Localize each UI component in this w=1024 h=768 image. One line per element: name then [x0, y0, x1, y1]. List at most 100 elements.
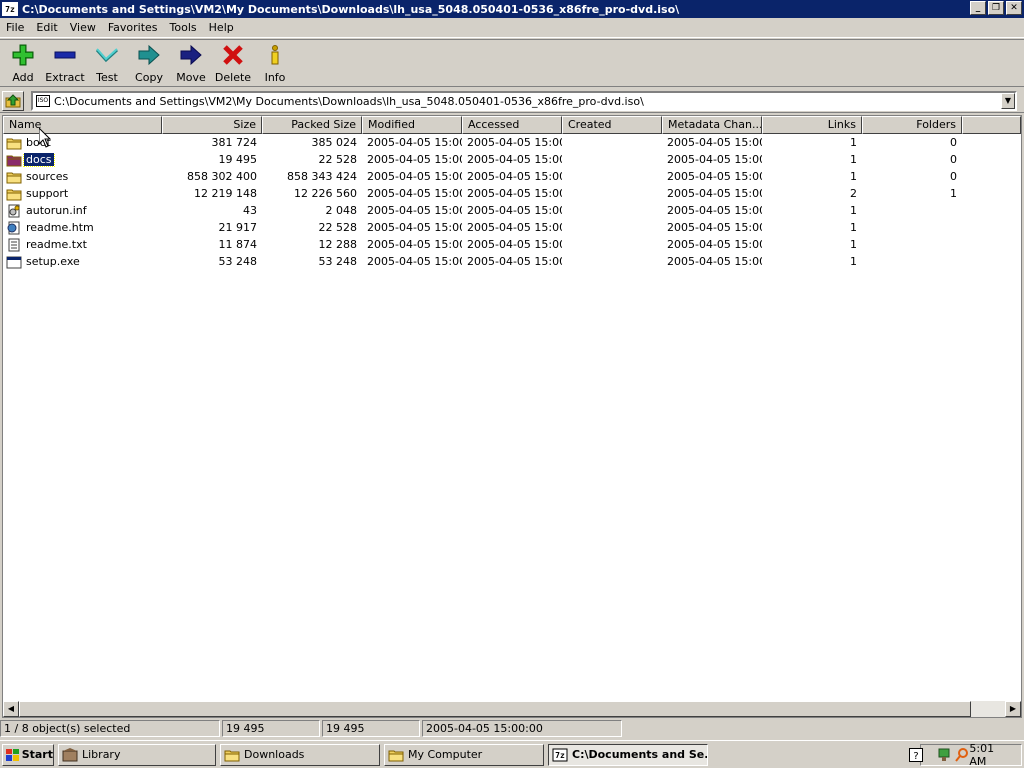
file-row[interactable]: support 12 219 148 12 226 560 2005-04-05 15… [3, 185, 1021, 202]
start-label: Start [21, 748, 53, 761]
column-header-accessed[interactable]: Accessed [462, 116, 562, 134]
cell-name[interactable]: docs [3, 152, 162, 167]
taskbar-button[interactable]: Downloads [220, 743, 380, 766]
copy-button[interactable]: Copy [128, 40, 170, 86]
column-header-folders[interactable]: Folders [862, 116, 962, 134]
file-row[interactable]: sources 858 302 400 858 343 424 2005-04-05 … [3, 168, 1021, 185]
menu-file[interactable]: File [0, 21, 30, 34]
cell-size: 43 [243, 204, 257, 217]
cell-metadata-changed: 2005-04-05 15:00 [667, 221, 762, 234]
delete-button[interactable]: Delete [212, 40, 254, 86]
file-row[interactable]: readme.htm 21 917 22 528 2005-04-05 15:00 20… [3, 219, 1021, 236]
iso-file-icon: ISO [36, 95, 50, 107]
cell-packed-size: 53 248 [318, 255, 358, 268]
minimize-button[interactable]: _ [970, 1, 986, 15]
extract-button[interactable]: Extract [44, 40, 86, 86]
cell-links: 1 [850, 204, 857, 217]
info-button[interactable]: Info [254, 40, 296, 86]
cell-accessed: 2005-04-05 15:00 [467, 255, 562, 268]
restore-button[interactable]: ❐ [988, 1, 1004, 15]
close-button[interactable]: ✕ [1006, 1, 1022, 15]
cell-packed-size: 858 343 424 [287, 170, 357, 183]
column-header-links[interactable]: Links [762, 116, 862, 134]
taskbar-button[interactable]: 7z C:\Documents and Se... [548, 743, 708, 766]
file-row[interactable]: autorun.inf 43 2 048 2005-04-05 15:00 2005-0… [3, 202, 1021, 219]
cell-name[interactable]: support [3, 187, 162, 201]
cell-name[interactable]: autorun.inf [3, 204, 162, 218]
cell-accessed: 2005-04-05 15:00 [467, 238, 562, 251]
7zip-icon: 7z [552, 748, 568, 761]
cell-name[interactable]: boot [3, 136, 162, 150]
help-icon[interactable]: ? [909, 748, 923, 762]
scroll-thumb[interactable] [19, 701, 971, 717]
cell-metadata-changed: 2005-04-05 15:00 [667, 238, 762, 251]
scroll-left-button[interactable]: ◀ [3, 701, 19, 717]
settings-file-icon [8, 204, 20, 217]
menu-favorites[interactable]: Favorites [102, 21, 164, 34]
menu-edit[interactable]: Edit [30, 21, 63, 34]
column-header-metadata-changed[interactable]: Metadata Chan... [662, 116, 762, 134]
folder-icon [6, 155, 22, 166]
taskbar-button[interactable]: Library [58, 743, 216, 766]
address-dropdown-button[interactable]: ▼ [1001, 93, 1015, 109]
cell-accessed: 2005-04-05 15:00 [467, 221, 562, 234]
plus-icon [11, 44, 35, 66]
file-row[interactable]: setup.exe 53 248 53 248 2005-04-05 15:00 200… [3, 253, 1021, 270]
cell-name[interactable]: readme.txt [3, 238, 162, 252]
clock: 5:01 AM [969, 742, 995, 768]
checkmark-icon [95, 44, 119, 66]
search-magnifier-icon[interactable] [954, 747, 969, 763]
column-header-name[interactable]: Name [3, 116, 162, 134]
column-header-packed-size[interactable]: Packed Size [262, 116, 362, 134]
column-header-created[interactable]: Created [562, 116, 662, 134]
cell-folders: 0 [950, 136, 957, 149]
file-name: sources [26, 170, 69, 183]
cell-packed-size: 12 288 [318, 238, 358, 251]
html-file-icon [7, 221, 20, 234]
folder-icon [6, 138, 22, 149]
cell-modified: 2005-04-05 15:00 [367, 136, 462, 149]
cell-modified: 2005-04-05 15:00 [367, 170, 462, 183]
start-button[interactable]: Start [2, 743, 54, 766]
horizontal-scrollbar[interactable]: ◀ ▶ [3, 701, 1021, 717]
cell-accessed: 2005-04-05 15:00 [467, 153, 562, 166]
up-folder-button[interactable] [2, 90, 24, 111]
taskbar-button-label: C:\Documents and Se... [572, 748, 708, 761]
address-field[interactable]: ISO C:\Documents and Settings\VM2\My Doc… [31, 91, 1017, 111]
file-row[interactable]: readme.txt 11 874 12 288 2005-04-05 15:00 20… [3, 236, 1021, 253]
cell-accessed: 2005-04-05 15:00 [467, 136, 562, 149]
menu-help[interactable]: Help [203, 21, 240, 34]
delete-x-icon [221, 44, 245, 66]
library-icon [62, 747, 78, 761]
cell-accessed: 2005-04-05 15:00 [467, 187, 562, 200]
system-tray: ? 5:01 AM [909, 742, 1022, 768]
cell-accessed: 2005-04-05 15:00 [467, 204, 562, 217]
file-list[interactable]: Name Size Packed Size Modified Accessed … [2, 115, 1022, 718]
file-row[interactable]: docs 19 495 22 528 2005-04-05 15:00 2005-04-… [3, 151, 1021, 168]
column-header-modified[interactable]: Modified [362, 116, 462, 134]
move-button[interactable]: Move [170, 40, 212, 86]
cell-metadata-changed: 2005-04-05 15:00 [667, 153, 762, 166]
copy-arrow-icon [137, 44, 161, 66]
menu-tools[interactable]: Tools [164, 21, 203, 34]
cell-packed-size: 2 048 [325, 204, 358, 217]
menu-view[interactable]: View [64, 21, 102, 34]
cell-links: 1 [850, 153, 857, 166]
test-button[interactable]: Test [86, 40, 128, 86]
file-name: autorun.inf [26, 204, 87, 217]
taskbar-button[interactable]: My Computer [384, 743, 544, 766]
cell-name[interactable]: readme.htm [3, 221, 162, 235]
cell-name[interactable]: setup.exe [3, 255, 162, 269]
file-row[interactable]: boot 381 724 385 024 2005-04-05 15:00 2005-0… [3, 134, 1021, 151]
add-button[interactable]: Add [2, 40, 44, 86]
column-header-size[interactable]: Size [162, 116, 262, 134]
cell-name[interactable]: sources [3, 170, 162, 184]
cell-metadata-changed: 2005-04-05 15:00 [667, 136, 762, 149]
cell-size: 53 248 [218, 255, 258, 268]
cell-metadata-changed: 2005-04-05 15:00 [667, 187, 762, 200]
network-icon[interactable] [937, 747, 952, 763]
title-bar[interactable]: 7z C:\Documents and Settings\VM2\My Docu… [0, 0, 1024, 18]
status-packed-size: 19 495 [322, 720, 420, 737]
scroll-right-button[interactable]: ▶ [1005, 701, 1021, 717]
cell-packed-size: 12 226 560 [294, 187, 357, 200]
